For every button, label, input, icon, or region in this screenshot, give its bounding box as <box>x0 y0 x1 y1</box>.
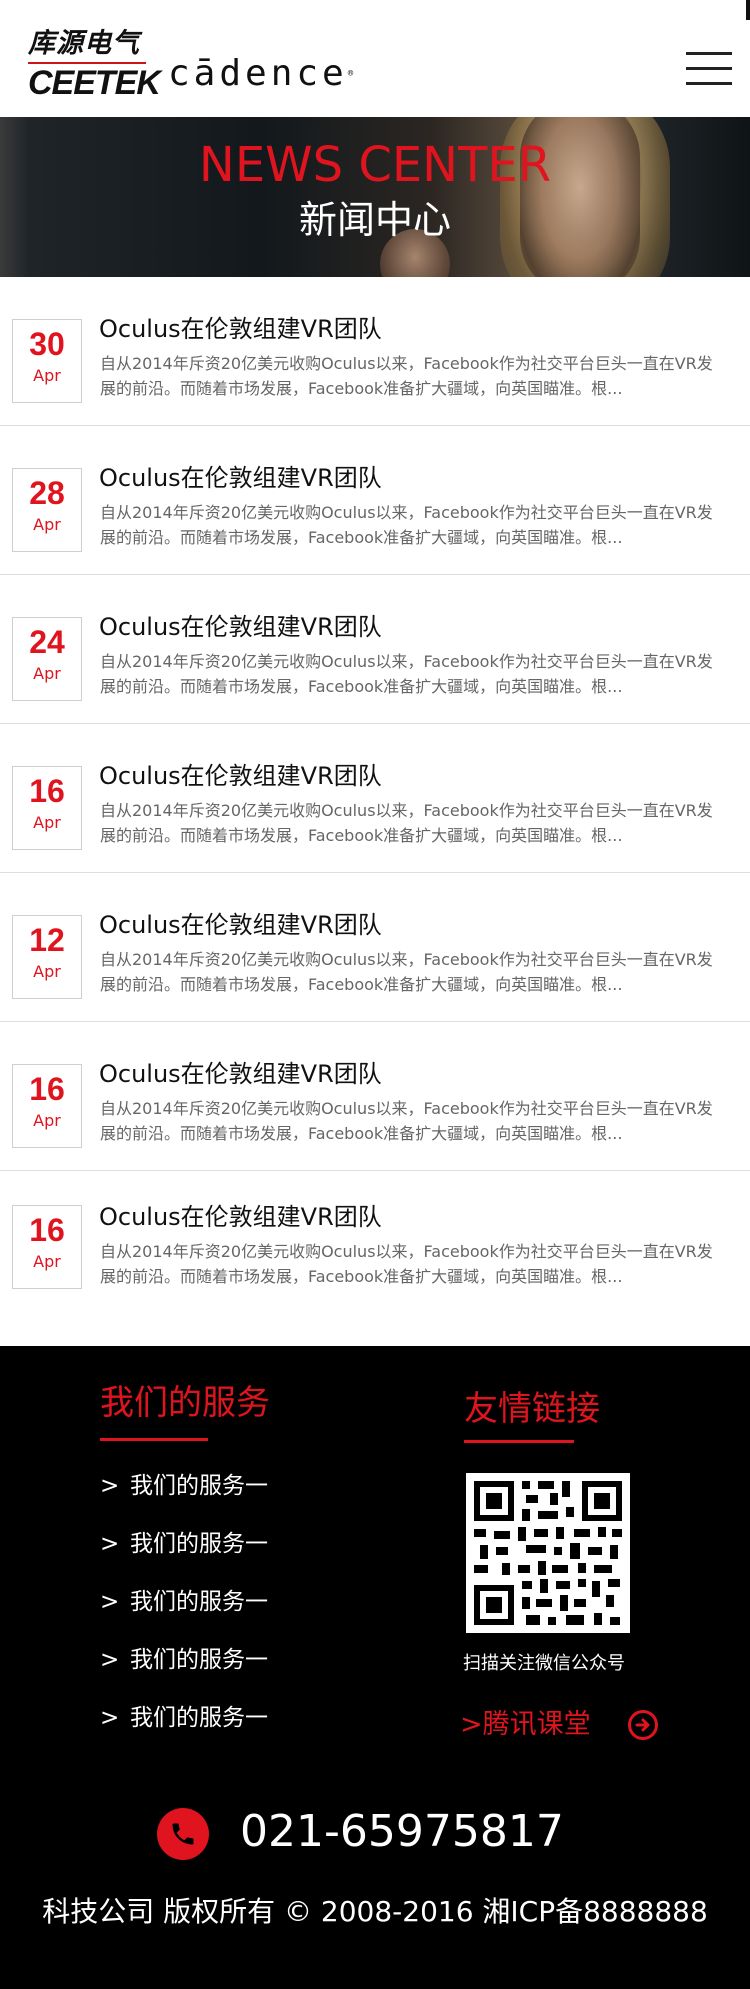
service-link[interactable]: > 我们的服务一 <box>100 1584 268 1642</box>
ceetek-logo[interactable]: 库源电气 CEETEK <box>28 28 161 102</box>
banner-title-english: NEWS CENTER <box>198 137 552 193</box>
menu-bar-middle <box>686 67 732 70</box>
qr-code-icon <box>466 1473 630 1633</box>
arrow-circle-right-icon[interactable] <box>628 1710 658 1740</box>
phone-icon[interactable] <box>157 1808 209 1860</box>
news-title[interactable]: Oculus在伦敦组建VR团队 <box>99 760 719 792</box>
banner-title-chinese: 新闻中心 <box>298 198 451 242</box>
service-link-label: 我们的服务一 <box>130 1705 268 1731</box>
news-title[interactable]: Oculus在伦敦组建VR团队 <box>99 313 719 345</box>
chevron-right-icon: > <box>100 1705 120 1731</box>
news-banner: NEWS CENTER 新闻中心 <box>0 117 750 277</box>
news-item[interactable]: 16 Apr Oculus在伦敦组建VR团队 自从2014年斥资20亿美元收购O… <box>0 724 750 873</box>
logo-english-name: CEETEK <box>28 64 161 102</box>
news-title[interactable]: Oculus在伦敦组建VR团队 <box>99 462 719 494</box>
news-item[interactable]: 30 Apr Oculus在伦敦组建VR团队 自从2014年斥资20亿美元收购O… <box>0 277 750 426</box>
news-summary: 自从2014年斥资20亿美元收购Oculus以来，Facebook作为社交平台巨… <box>100 801 713 845</box>
date-day: 12 <box>29 922 65 958</box>
tencent-classroom-link[interactable]: >腾讯课堂 <box>460 1708 591 1742</box>
date-badge: 16 Apr <box>12 1205 82 1289</box>
date-day: 28 <box>29 475 65 511</box>
hamburger-menu-icon[interactable] <box>686 50 736 90</box>
service-link-label: 我们的服务一 <box>130 1647 268 1673</box>
chevron-right-icon: > <box>100 1647 120 1673</box>
services-list: > 我们的服务一 > 我们的服务一 > 我们的服务一 > 我们的服务一 > 我们的服务一 <box>100 1468 268 1758</box>
news-item[interactable]: 16 Apr Oculus在伦敦组建VR团队 自从2014年斥资20亿美元收购O… <box>0 1022 750 1171</box>
news-summary: 自从2014年斥资20亿美元收购Oculus以来，Facebook作为社交平台巨… <box>100 354 713 398</box>
news-item[interactable]: 16 Apr Oculus在伦敦组建VR团队 自从2014年斥资20亿美元收购O… <box>0 1171 750 1320</box>
news-summary: 自从2014年斥资20亿美元收购Oculus以来，Facebook作为社交平台巨… <box>100 1242 713 1286</box>
qr-caption: 扫描关注微信公众号 <box>463 1653 625 1674</box>
date-day: 16 <box>29 1071 65 1107</box>
news-summary: 自从2014年斥资20亿美元收购Oculus以来，Facebook作为社交平台巨… <box>100 950 713 994</box>
news-summary: 自从2014年斥资20亿美元收购Oculus以来，Facebook作为社交平台巨… <box>100 503 713 547</box>
wechat-qr-code <box>466 1473 630 1633</box>
date-badge: 16 Apr <box>12 766 82 850</box>
date-badge: 28 Apr <box>12 468 82 552</box>
service-link-label: 我们的服务一 <box>130 1589 268 1615</box>
news-list: 30 Apr Oculus在伦敦组建VR团队 自从2014年斥资20亿美元收购O… <box>0 277 750 1320</box>
date-badge: 16 Apr <box>12 1064 82 1148</box>
news-title[interactable]: Oculus在伦敦组建VR团队 <box>99 909 719 941</box>
services-title: 我们的服务 <box>100 1383 270 1423</box>
service-link[interactable]: > 我们的服务一 <box>100 1700 268 1758</box>
arrow-right-icon <box>635 1718 650 1732</box>
news-item[interactable]: 24 Apr Oculus在伦敦组建VR团队 自从2014年斥资20亿美元收购O… <box>0 575 750 724</box>
chevron-right-icon: > <box>100 1473 120 1499</box>
date-badge: 24 Apr <box>12 617 82 701</box>
phone-handset-icon <box>172 1823 194 1845</box>
date-badge: 12 Apr <box>12 915 82 999</box>
registered-mark: ® <box>347 69 354 79</box>
menu-bar-top <box>686 52 732 55</box>
scroll-indicator <box>746 0 750 20</box>
cadence-logo[interactable]: cādence® <box>168 54 353 94</box>
date-month: Apr <box>33 962 61 981</box>
links-title: 友情链接 <box>464 1389 600 1429</box>
logo-chinese-name: 库源电气 <box>28 28 140 59</box>
chevron-right-icon: > <box>100 1589 120 1615</box>
date-day: 16 <box>29 1212 65 1248</box>
date-month: Apr <box>33 664 61 683</box>
date-month: Apr <box>33 1252 61 1271</box>
date-month: Apr <box>33 813 61 832</box>
news-item[interactable]: 12 Apr Oculus在伦敦组建VR团队 自从2014年斥资20亿美元收购O… <box>0 873 750 1022</box>
date-day: 16 <box>29 773 65 809</box>
news-summary: 自从2014年斥资20亿美元收购Oculus以来，Facebook作为社交平台巨… <box>100 652 713 696</box>
news-title[interactable]: Oculus在伦敦组建VR团队 <box>99 1201 719 1233</box>
phone-number[interactable]: 021-65975817 <box>240 1804 564 1860</box>
news-summary: 自从2014年斥资20亿美元收购Oculus以来，Facebook作为社交平台巨… <box>100 1099 713 1143</box>
service-link[interactable]: > 我们的服务一 <box>100 1526 268 1584</box>
service-link[interactable]: > 我们的服务一 <box>100 1468 268 1526</box>
links-underline <box>464 1440 574 1443</box>
date-month: Apr <box>33 1111 61 1130</box>
date-month: Apr <box>33 366 61 385</box>
chevron-right-icon: > <box>100 1531 120 1557</box>
news-title[interactable]: Oculus在伦敦组建VR团队 <box>99 1058 719 1090</box>
date-day: 24 <box>29 624 65 660</box>
menu-bar-bottom <box>686 82 732 85</box>
copyright-text: 科技公司 版权所有 © 2008-2016 湘ICP备8888888 <box>42 1895 708 1928</box>
date-month: Apr <box>33 515 61 534</box>
service-link-label: 我们的服务一 <box>130 1473 268 1499</box>
news-title[interactable]: Oculus在伦敦组建VR团队 <box>99 611 719 643</box>
date-day: 30 <box>29 326 65 362</box>
service-link[interactable]: > 我们的服务一 <box>100 1642 268 1700</box>
news-item[interactable]: 28 Apr Oculus在伦敦组建VR团队 自从2014年斥资20亿美元收购O… <box>0 426 750 575</box>
cadence-logo-text: cādence <box>168 53 348 94</box>
site-header: 库源电气 CEETEK cādence® <box>0 0 750 117</box>
date-badge: 30 Apr <box>12 319 82 403</box>
services-underline <box>100 1438 208 1441</box>
service-link-label: 我们的服务一 <box>130 1531 268 1557</box>
site-footer: 我们的服务 > 我们的服务一 > 我们的服务一 > 我们的服务一 > 我们的服务一 > 我… <box>0 1346 750 1989</box>
